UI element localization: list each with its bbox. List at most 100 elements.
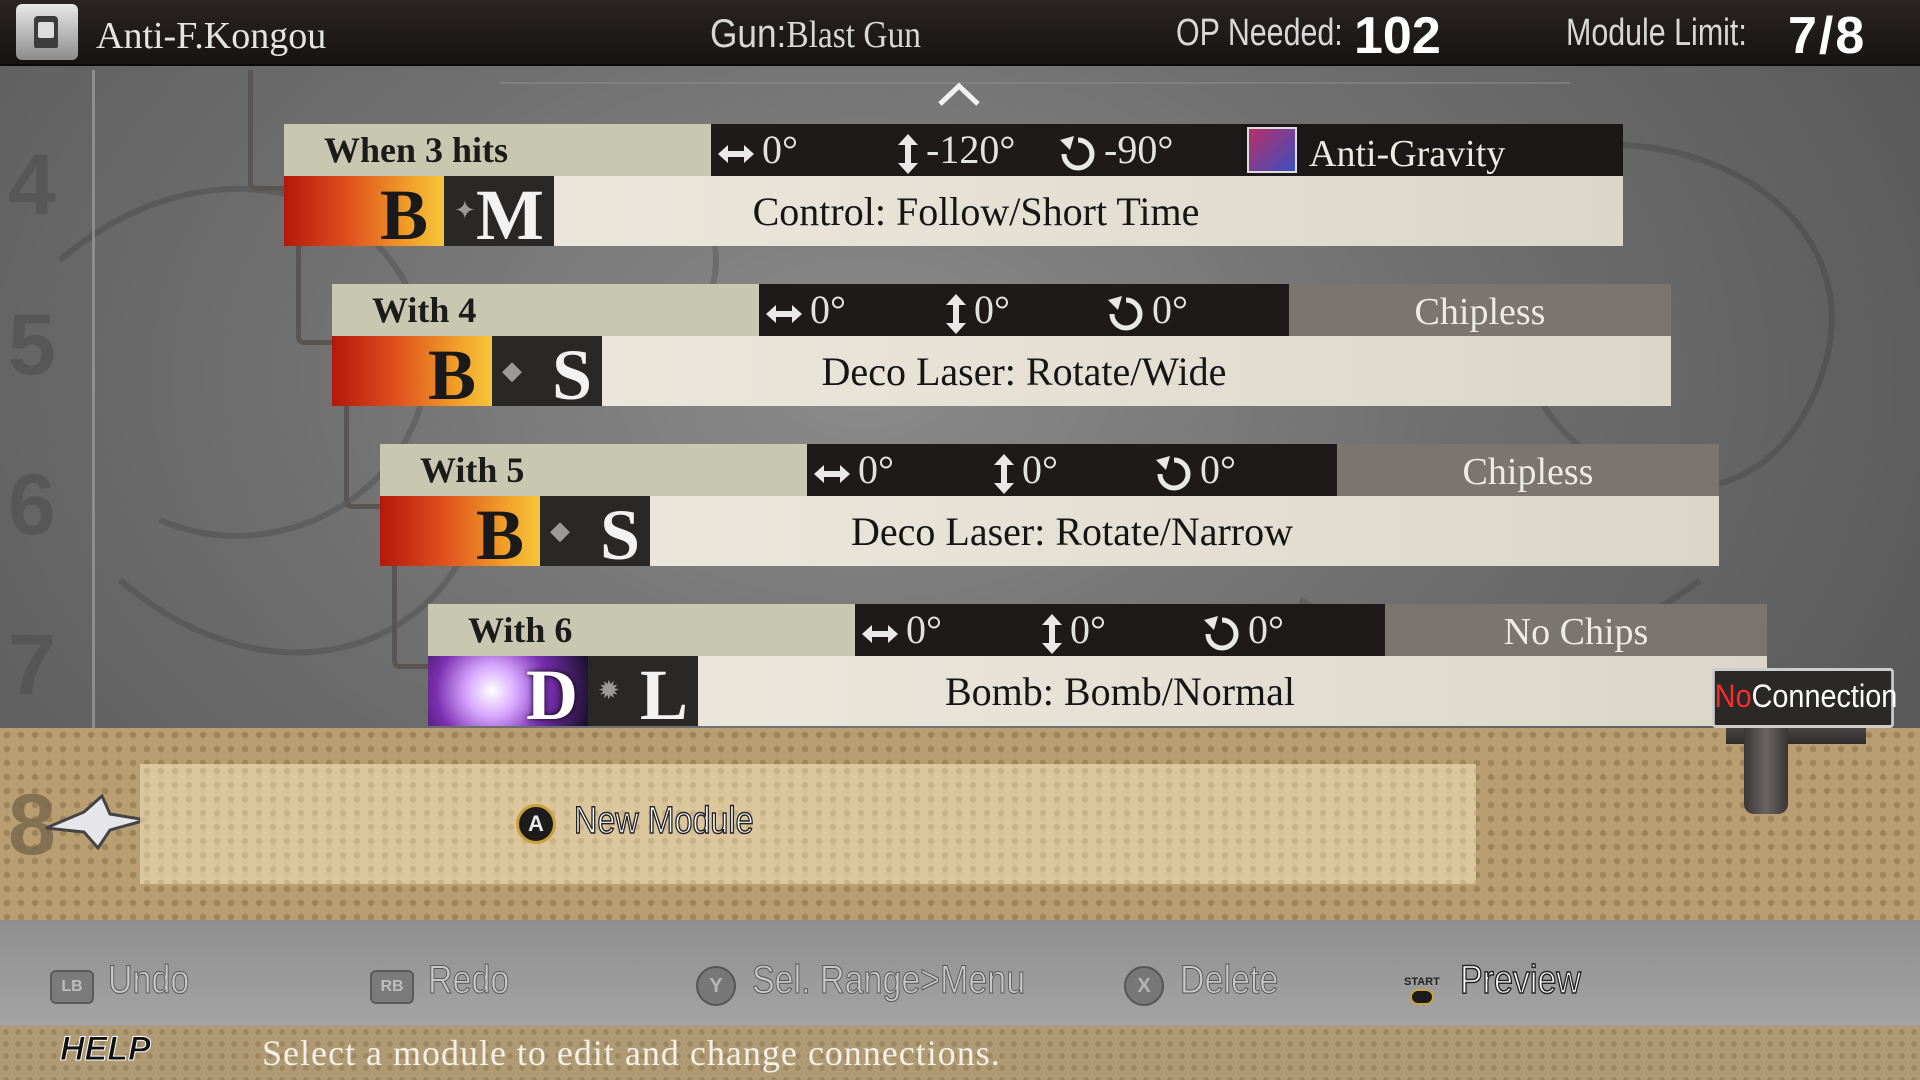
chip-slot[interactable]: Chipless	[1337, 444, 1719, 496]
rotation-angle: 0°	[1202, 606, 1284, 654]
vertical-angle: 0°	[1040, 606, 1106, 655]
rotation-angle-value: 0°	[1248, 607, 1284, 652]
chip-slot[interactable]: Chipless	[1289, 284, 1671, 336]
vertical-angle: 0°	[992, 446, 1058, 495]
module-name: Control: Follow/Short Time	[752, 189, 1200, 234]
y-button-icon: Y	[696, 966, 736, 1006]
bullet-size-badge: B	[380, 495, 540, 575]
vertical-arrows-icon	[1042, 613, 1062, 654]
vertical-arrows-icon	[946, 293, 966, 334]
module-info-bar: B ✦ M Control: Follow/Short Time	[284, 175, 1623, 255]
bullet-type-badge: ◆ S	[540, 495, 650, 575]
rotation-angle: 0°	[1154, 446, 1236, 494]
x-button-icon: X	[1124, 966, 1164, 1006]
rotate-icon	[1060, 135, 1095, 171]
chip-label: Anti-Gravity	[1309, 133, 1506, 175]
divider	[500, 82, 1570, 84]
horizontal-arrows-icon	[862, 624, 898, 643]
rotation-angle: -90°	[1058, 126, 1173, 174]
connector-pipe	[1744, 722, 1788, 814]
chip-slot[interactable]: Anti-Gravity	[1241, 124, 1623, 176]
rotation-angle: 0°	[1106, 286, 1188, 334]
module-name: Bomb: Bomb/Normal	[945, 669, 1295, 714]
bullet-type-badge: ✹ L	[588, 655, 698, 735]
module-info-bar: B ◆ S Deco Laser: Rotate/Narrow	[380, 495, 1719, 575]
row-number: 4	[8, 137, 56, 233]
module-info-bar: B ◆ S Deco Laser: Rotate/Wide	[332, 335, 1671, 415]
select-range-menu-button[interactable]: Sel. Range>Menu	[752, 958, 1026, 1003]
rotate-icon	[1156, 455, 1191, 491]
vertical-arrows-icon	[994, 453, 1014, 494]
gear-icon: ✹	[598, 676, 620, 705]
module-name: Deco Laser: Rotate/Wide	[821, 349, 1227, 394]
lb-button-icon: LB	[50, 970, 94, 1004]
diamond-icon: ◆	[550, 516, 570, 545]
row-number: 5	[8, 297, 56, 393]
character-name: Anti-F.Kongou	[96, 15, 327, 57]
new-module-label: New Module	[573, 799, 754, 843]
module-row-6[interactable]: With 5 0° 0° 0° Chipless B ◆ S Deco Laser…	[380, 444, 1719, 575]
rotation-angle-value: 0°	[1200, 447, 1236, 492]
delete-button[interactable]: Delete	[1180, 958, 1279, 1003]
character-icon	[16, 4, 78, 60]
vertical-angle-value: 0°	[1022, 447, 1058, 492]
module-row-7[interactable]: With 6 0° 0° 0° No Chips D ✹ L Bomb: Bomb…	[428, 604, 1767, 735]
vertical-angle: 0°	[944, 286, 1010, 335]
vertical-angle-value: -120°	[926, 127, 1016, 172]
module-settings-bar: When 3 hits 0° -120° -90° Anti-Gravity	[284, 124, 1623, 176]
start-button-icon: START	[1404, 976, 1442, 1008]
row-number: 7	[8, 617, 56, 713]
horizontal-angle-value: 0°	[810, 287, 846, 332]
module-row-5[interactable]: With 4 0° 0° 0° Chipless B ◆ S Deco Laser…	[332, 284, 1671, 415]
horizontal-angle-value: 0°	[762, 127, 798, 172]
anti-gravity-chip-icon	[1247, 127, 1297, 173]
gun-label: Gun:	[710, 12, 787, 56]
preview-button[interactable]: Preview	[1459, 957, 1581, 1003]
undo-button[interactable]: Undo	[108, 958, 190, 1003]
rotate-icon	[1204, 615, 1239, 651]
bullet-size-badge: B	[284, 175, 444, 255]
horizontal-angle: 0°	[812, 446, 894, 494]
module-settings-bar: With 6 0° 0° 0° No Chips	[428, 604, 1767, 656]
bullet-type-badge: ◆ S	[492, 335, 602, 415]
help-text: Select a module to edit and change conne…	[262, 1033, 1001, 1073]
new-module-slot[interactable]	[140, 764, 1476, 884]
help-tag: HELP	[60, 1030, 152, 1069]
vertical-angle-value: 0°	[974, 287, 1010, 332]
rotate-icon	[1108, 295, 1143, 331]
module-settings-bar: With 4 0° 0° 0° Chipless	[332, 284, 1671, 336]
module-name: Deco Laser: Rotate/Narrow	[850, 509, 1294, 554]
trigger-label: With 4	[332, 284, 759, 336]
horizontal-angle: 0°	[860, 606, 942, 654]
module-limit-value: 7/8	[1788, 7, 1867, 65]
row-number: 6	[8, 457, 56, 553]
rotation-angle-value: -90°	[1104, 127, 1174, 172]
vertical-angle-value: 0°	[1070, 607, 1106, 652]
trigger-label: When 3 hits	[284, 124, 711, 176]
bullet-size-badge: D	[428, 655, 588, 735]
horizontal-angle: 0°	[716, 126, 798, 174]
bullet-size-badge: B	[332, 335, 492, 415]
gun-info: Gun:Blast Gun	[710, 12, 921, 57]
horizontal-angle-value: 0°	[858, 447, 894, 492]
trigger-label: With 6	[428, 604, 855, 656]
redo-button[interactable]: Redo	[428, 958, 510, 1003]
vertical-arrows-icon	[898, 133, 918, 174]
gun-value: Blast Gun	[786, 14, 922, 56]
op-needed-label: OP Needed:	[1176, 12, 1343, 54]
a-button-icon: A	[516, 804, 556, 844]
horizontal-arrows-icon	[766, 304, 802, 323]
horizontal-angle-value: 0°	[906, 607, 942, 652]
module-row-4[interactable]: When 3 hits 0° -120° -90° Anti-Gravity B…	[284, 124, 1623, 255]
op-needed-value: 102	[1354, 7, 1441, 65]
rotation-angle-value: 0°	[1152, 287, 1188, 332]
rb-button-icon: RB	[370, 970, 414, 1004]
scroll-up-arrow-icon[interactable]	[936, 78, 982, 108]
trigger-label: With 5	[380, 444, 807, 496]
module-limit-label: Module Limit:	[1566, 12, 1747, 54]
chip-slot[interactable]: No Chips	[1385, 604, 1767, 656]
top-bar: Anti-F.Kongou Gun:Blast Gun OP Needed: 1…	[0, 0, 1920, 66]
horizontal-arrows-icon	[814, 464, 850, 483]
module-info-bar: D ✹ L Bomb: Bomb/Normal	[428, 655, 1767, 735]
cursor-ship-icon	[45, 794, 147, 850]
